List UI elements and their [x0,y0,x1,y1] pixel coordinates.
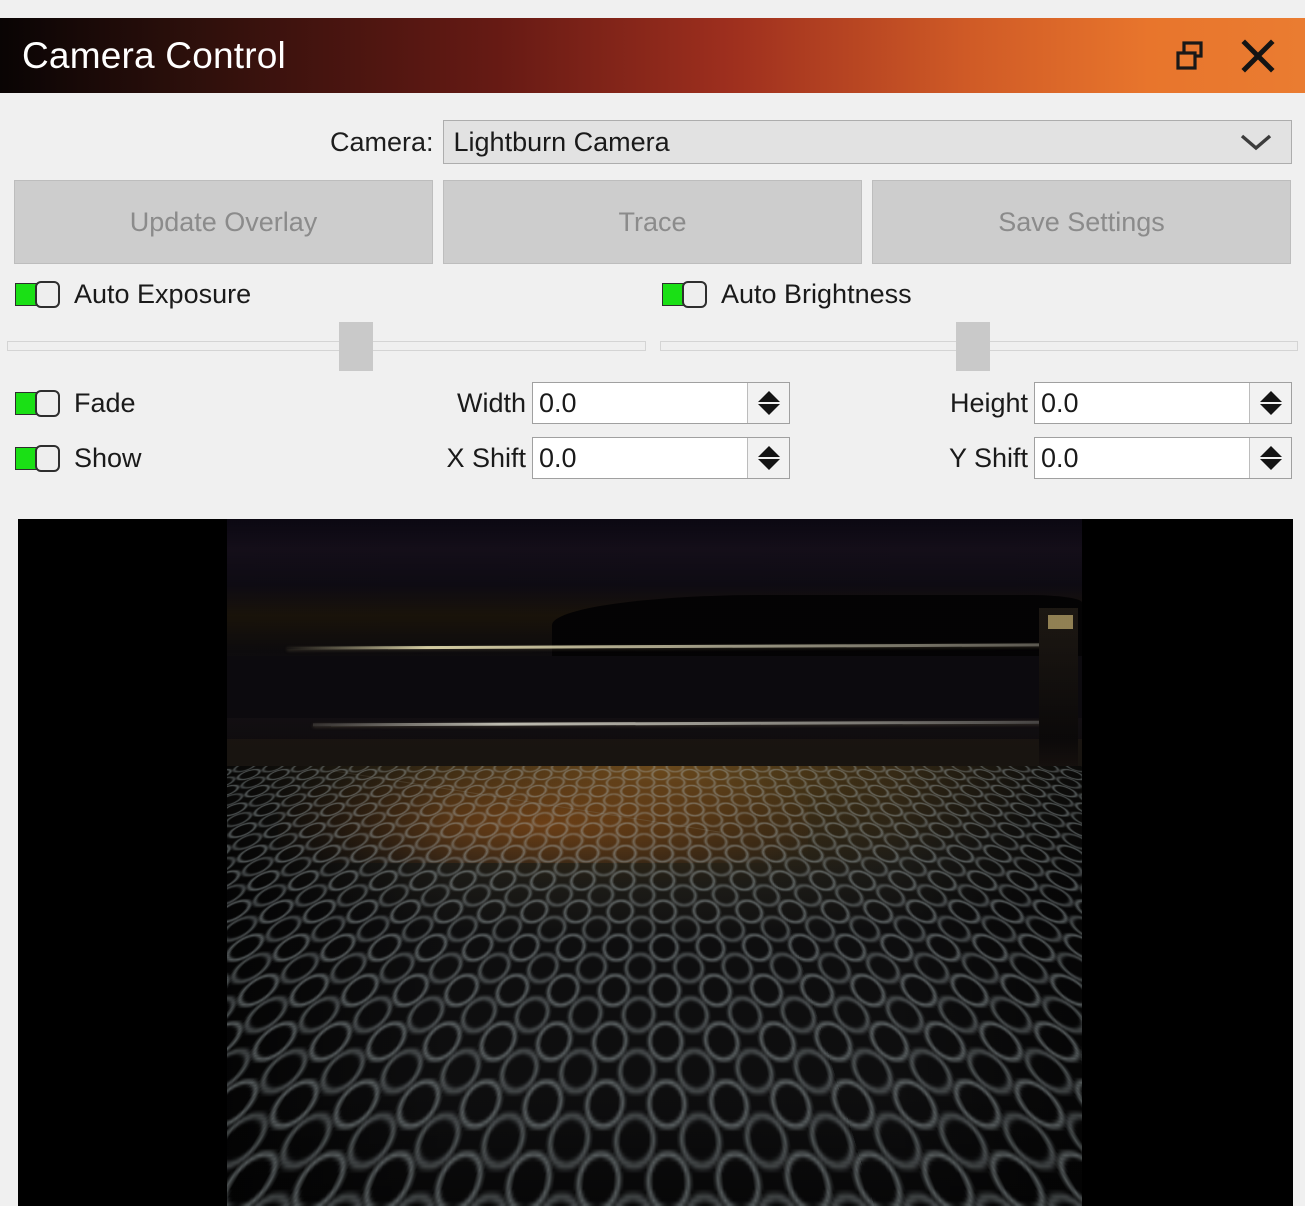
auto-exposure-toggle[interactable]: Auto Exposure [0,279,650,310]
height-stepper[interactable] [1249,383,1291,423]
x-shift-label: X Shift [446,443,526,474]
width-stepper[interactable] [747,383,789,423]
camera-label: Camera: [330,127,434,158]
chevron-down-icon [1239,132,1273,152]
stepper-up-icon[interactable] [758,391,780,402]
bed-vignette [227,1092,1082,1206]
float-window-icon[interactable] [1167,33,1213,79]
x-shift-spinbox[interactable]: 0.0 [532,437,790,479]
stepper-down-icon[interactable] [758,404,780,415]
toggle-switch-icon[interactable] [662,281,707,308]
show-shift-row: Show X Shift 0.0 Y Shift 0.0 [0,436,1305,480]
trace-button[interactable]: Trace [443,180,862,264]
honeycomb-bed [227,766,1082,1206]
stepper-up-icon[interactable] [1260,446,1282,457]
exposure-slider-groove [7,341,646,351]
fade-width-height-row: Fade Width 0.0 Height 0.0 [0,381,1305,425]
y-shift-group: Y Shift 0.0 [790,437,1305,479]
brightness-slider-handle[interactable] [956,322,990,371]
auto-brightness-label: Auto Brightness [721,279,912,310]
x-shift-value: 0.0 [533,443,577,474]
stepper-down-icon[interactable] [1260,459,1282,470]
height-group: Height 0.0 [790,382,1305,424]
right-post-highlight [1048,615,1074,629]
camera-preview[interactable] [18,519,1293,1206]
exposure-slider[interactable] [7,318,646,374]
height-label: Height [950,388,1028,419]
x-shift-stepper[interactable] [747,438,789,478]
brightness-slider[interactable] [660,318,1299,374]
width-value: 0.0 [533,388,577,419]
update-overlay-button[interactable]: Update Overlay [14,180,433,264]
stepper-down-icon[interactable] [758,459,780,470]
title-bar[interactable]: Camera Control [0,18,1305,93]
height-value: 0.0 [1035,388,1079,419]
camera-control-window: Camera Control Camera: Lightburn Camera [0,0,1305,1206]
title-bar-buttons [1167,33,1305,79]
auto-exposure-label: Auto Exposure [74,279,251,310]
save-settings-button[interactable]: Save Settings [872,180,1291,264]
auto-brightness-toggle[interactable]: Auto Brightness [650,279,1300,310]
y-shift-spinbox[interactable]: 0.0 [1034,437,1292,479]
close-icon[interactable] [1235,33,1281,79]
toggle-switch-icon[interactable] [15,281,60,308]
show-label: Show [74,443,142,474]
action-buttons: Update Overlay Trace Save Settings [0,180,1305,264]
toggle-switch-icon[interactable] [15,390,60,417]
page-title: Camera Control [0,35,1167,77]
camera-feed-image [227,519,1082,1206]
camera-select-value: Lightburn Camera [454,127,670,158]
show-toggle[interactable]: Show [15,443,142,474]
stepper-up-icon[interactable] [1260,391,1282,402]
enclosure-band [227,656,1082,718]
stepper-down-icon[interactable] [1260,404,1282,415]
camera-select[interactable]: Lightburn Camera [443,120,1292,164]
y-shift-value: 0.0 [1035,443,1079,474]
toggle-switch-icon[interactable] [15,445,60,472]
exposure-slider-handle[interactable] [339,322,373,371]
fade-width-group: Fade Width 0.0 [0,382,790,424]
width-label: Width [457,388,526,419]
y-shift-label: Y Shift [949,443,1028,474]
height-spinbox[interactable]: 0.0 [1034,382,1292,424]
camera-select-row: Camera: Lightburn Camera [0,118,1305,166]
fade-label: Fade [74,388,136,419]
slider-row [0,318,1305,374]
stepper-up-icon[interactable] [758,446,780,457]
y-shift-stepper[interactable] [1249,438,1291,478]
fade-toggle[interactable]: Fade [15,388,136,419]
show-xshift-group: Show X Shift 0.0 [0,437,790,479]
width-spinbox[interactable]: 0.0 [532,382,790,424]
auto-toggle-row: Auto Exposure Auto Brightness [0,274,1305,314]
